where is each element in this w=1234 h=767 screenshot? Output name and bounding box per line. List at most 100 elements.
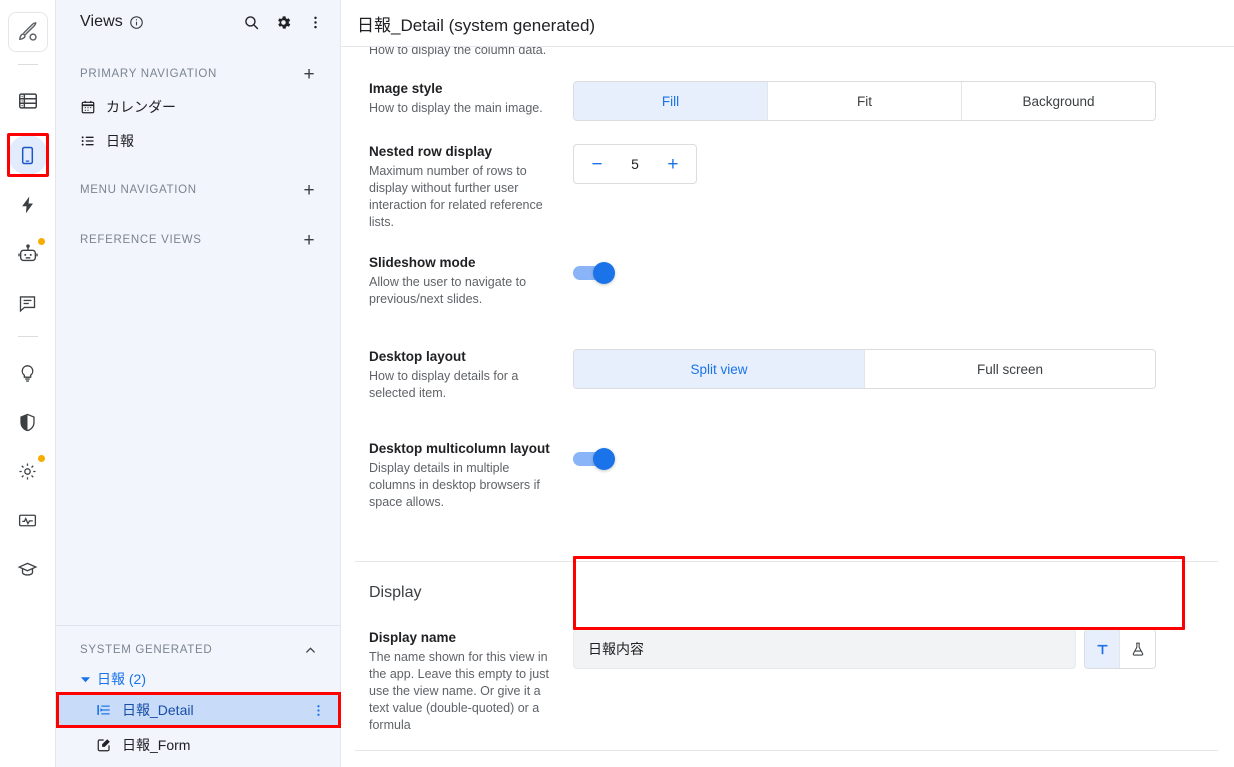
toggle-knob (593, 262, 615, 284)
nav-section-menu-navigation: MENU NAVIGATION + (56, 174, 340, 206)
system-generated-header: SYSTEM GENERATED (56, 636, 340, 664)
display-name-input[interactable]: 日報内容 (573, 629, 1076, 669)
stepper-increment-button[interactable]: + (664, 155, 682, 174)
stepper-decrement-button[interactable]: − (588, 155, 606, 174)
main-header: 日報_Detail (system generated) (341, 0, 1234, 47)
left-icon-rail (0, 0, 56, 767)
stepper-value: 5 (631, 156, 639, 172)
row-control: 日報内容 (573, 629, 1218, 734)
toggle-knob (593, 448, 615, 470)
nav-section-label: PRIMARY NAVIGATION (80, 68, 217, 80)
lightbulb-idea-icon[interactable] (8, 353, 48, 393)
row-label: Desktop layout How to display details fo… (355, 348, 573, 402)
kebab-menu-icon[interactable] (302, 9, 328, 35)
settings-row-display-name: Display name The name shown for this vie… (355, 612, 1218, 734)
row-title: Image style (369, 81, 443, 96)
gear-icon[interactable] (270, 9, 296, 35)
row-control (573, 254, 1218, 308)
slideshow-mode-toggle[interactable] (573, 262, 615, 284)
desktop-layout-segmented-control[interactable]: Split view Full screen (573, 349, 1156, 389)
row-label: Desktop multicolumn layout Display detai… (355, 440, 573, 511)
settings-scroll-area[interactable]: How to display the column data. Image st… (341, 47, 1234, 767)
data-table-icon[interactable] (8, 81, 48, 121)
kebab-menu-icon[interactable] (311, 703, 326, 718)
display-name-mode-toggle-group (1084, 629, 1156, 669)
row-title: Nested row display (369, 144, 493, 159)
search-icon[interactable] (238, 9, 264, 35)
views-panel-header: Views (56, 0, 340, 44)
add-menu-navigation-button[interactable]: + (300, 181, 318, 200)
graduation-cap-icon[interactable] (8, 549, 48, 589)
main-content: 日報_Detail (system generated) How to disp… (341, 0, 1234, 767)
row-description: How to display the column data. (369, 47, 547, 57)
monitor-activity-icon[interactable] (8, 500, 48, 540)
views-panel-body: PRIMARY NAVIGATION + カレンダー 日報 MENU NAVIG… (56, 44, 340, 625)
system-generated-section: SYSTEM GENERATED 日報 (2) 日報_Detail 日報_For… (56, 625, 341, 767)
form-edit-icon (96, 737, 112, 753)
row-title: Desktop multicolumn layout (369, 441, 550, 456)
add-reference-views-button[interactable]: + (300, 231, 318, 250)
nav-item-label: 日報 (106, 133, 134, 149)
formula-flask-icon[interactable] (1120, 630, 1155, 668)
row-control (573, 47, 1218, 59)
info-icon[interactable] (129, 15, 144, 30)
row-control: − 5 + (573, 143, 1218, 231)
settings-list: How to display the column data. Image st… (341, 47, 1234, 767)
settings-gear-icon[interactable] (8, 451, 48, 491)
views-panel-title: Views (80, 13, 123, 30)
section-title-behavior: Behavior (355, 751, 1218, 767)
detail-view-icon (96, 702, 112, 718)
desktop-layout-option-full-screen[interactable]: Full screen (865, 350, 1155, 388)
desktop-multicolumn-layout-toggle[interactable] (573, 448, 615, 470)
sidebar-item-nippo-form[interactable]: 日報_Form (56, 729, 340, 761)
nested-row-stepper[interactable]: − 5 + (573, 144, 697, 184)
chatbot-icon[interactable] (8, 234, 48, 274)
add-primary-navigation-button[interactable]: + (300, 65, 318, 84)
sidebar-item-nippo-detail[interactable]: 日報_Detail (56, 694, 340, 726)
desktop-layout-option-split-view[interactable]: Split view (574, 350, 865, 388)
app-launcher-icon[interactable] (7, 12, 48, 52)
mobile-views-icon[interactable] (7, 135, 48, 175)
chatbot-badge-dot (37, 238, 45, 245)
section-title-display: Display (369, 584, 422, 601)
row-description: How to display the main image. (369, 101, 543, 115)
nav-section-reference-views: REFERENCE VIEWS + (56, 224, 340, 256)
list-icon (80, 133, 96, 149)
nav-item-calendar[interactable]: カレンダー (56, 90, 340, 124)
mobile-views-rail-slot (6, 133, 49, 177)
rail-divider-1 (17, 64, 38, 65)
settings-row-nested-row-display: Nested row display Maximum number of row… (355, 121, 1218, 231)
image-style-option-fit[interactable]: Fit (768, 82, 962, 120)
nav-section-label: MENU NAVIGATION (80, 184, 197, 196)
system-generated-label: SYSTEM GENERATED (80, 644, 213, 656)
row-title: Desktop layout (369, 349, 466, 364)
row-description: The name shown for this view in the app.… (369, 650, 549, 732)
image-style-option-background[interactable]: Background (962, 82, 1155, 120)
chat-message-icon[interactable] (8, 283, 48, 323)
system-generated-group-label: 日報 (2) (97, 671, 146, 687)
row-label: Display name The name shown for this vie… (355, 629, 573, 734)
row-label: Nested row display Maximum number of row… (355, 143, 573, 231)
text-mode-icon[interactable] (1085, 630, 1120, 668)
system-generated-group-nippo[interactable]: 日報 (2) (56, 664, 340, 694)
image-style-option-fill[interactable]: Fill (574, 82, 768, 120)
nav-item-nippo[interactable]: 日報 (56, 124, 340, 158)
automation-bolt-icon[interactable] (8, 185, 48, 225)
chevron-up-icon[interactable] (303, 643, 318, 658)
row-label: Slideshow mode Allow the user to navigat… (355, 254, 573, 308)
row-label: Image style How to display the main imag… (355, 80, 573, 121)
settings-row-column-data: How to display the column data. (355, 47, 1218, 59)
nav-section-primary-navigation: PRIMARY NAVIGATION + (56, 58, 340, 90)
security-shield-icon[interactable] (8, 402, 48, 442)
caret-down-icon[interactable] (80, 674, 91, 685)
row-description: Allow the user to navigate to previous/n… (369, 275, 527, 306)
image-style-segmented-control[interactable]: Fill Fit Background (573, 81, 1156, 121)
settings-row-slideshow-mode: Slideshow mode Allow the user to navigat… (355, 231, 1218, 308)
app-root: Views PRIMARY NAVIGATION + カレンダー 日報 MENU… (0, 0, 1234, 767)
row-description: Maximum number of rows to display withou… (369, 164, 543, 229)
system-generated-item-detail-slot: 日報_Detail (56, 692, 341, 728)
row-title: Display name (369, 630, 457, 645)
row-label: How to display the column data. (355, 47, 573, 59)
